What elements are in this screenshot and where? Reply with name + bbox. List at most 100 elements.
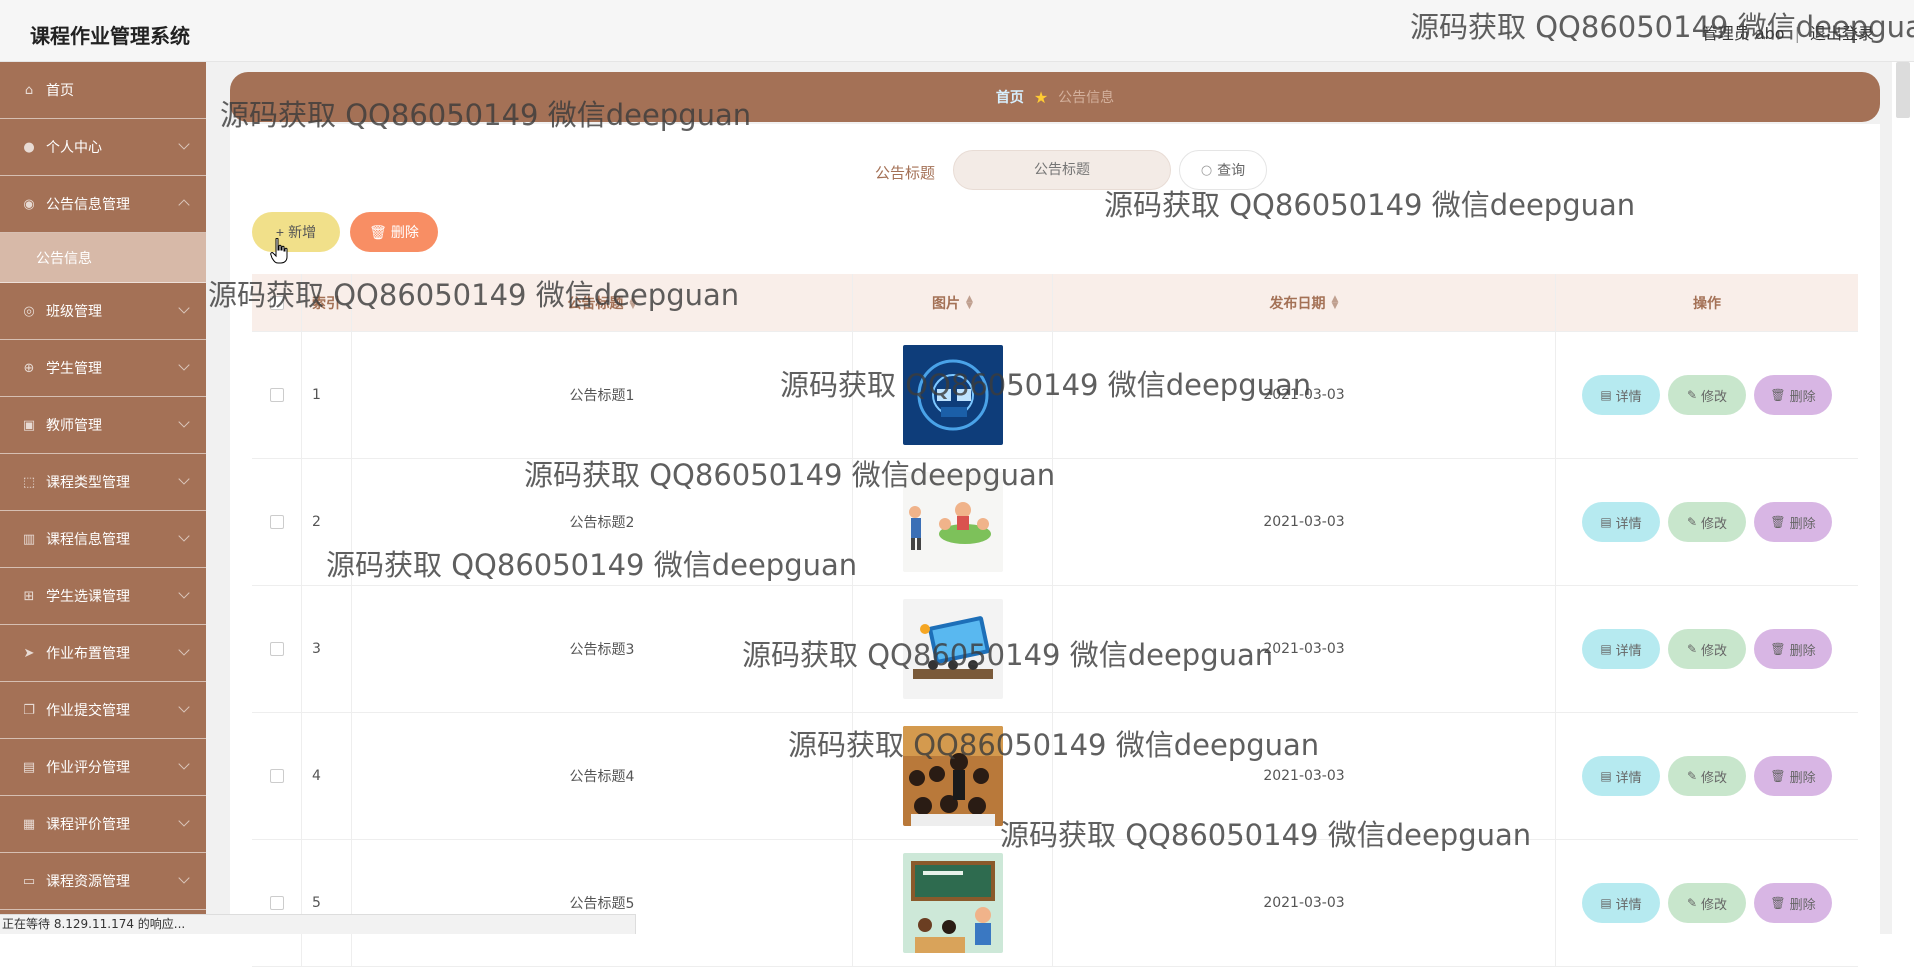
row-index: 1: [302, 332, 352, 458]
notice-image[interactable]: [902, 726, 1003, 826]
row-checkbox[interactable]: [269, 896, 284, 910]
sidebar-item-label: 课程资源管理: [46, 874, 130, 890]
edit-button[interactable]: ✎ 修改: [1668, 375, 1746, 415]
edit-label: 修改: [1701, 770, 1728, 786]
header-image[interactable]: 图片 ▲ ▼: [853, 274, 1053, 331]
edit-label: 修改: [1701, 389, 1728, 405]
scrollbar-thumb[interactable]: [1896, 62, 1910, 118]
detail-button[interactable]: ▤ 详情: [1582, 502, 1660, 542]
edit-button[interactable]: ✎ 修改: [1668, 756, 1746, 796]
row-checkbox[interactable]: [269, 515, 284, 529]
sidebar-item-student-management[interactable]: ⊕ 学生管理: [0, 340, 206, 397]
chevron-down-icon: [178, 701, 190, 713]
logout-link[interactable]: 退出登录: [1810, 24, 1874, 43]
delete-button[interactable]: 🗑 删除: [1754, 502, 1832, 542]
row-index: 2: [302, 459, 352, 585]
detail-button[interactable]: ▤ 详情: [1582, 756, 1660, 796]
delete-button[interactable]: 🗑 删除: [1754, 883, 1832, 923]
sidebar-item-teacher-management[interactable]: ▣ 教师管理: [0, 397, 206, 454]
row-ops: ▤ 详情 ✎ 修改 🗑 删除: [1556, 713, 1858, 839]
delete-button[interactable]: 🗑 删除: [1754, 375, 1832, 415]
sidebar-item-course-type-management[interactable]: ⬚ 课程类型管理: [0, 454, 206, 511]
frame-icon: ⬚: [22, 474, 36, 490]
sidebar-item-course-evaluation-management[interactable]: ▦ 课程评价管理: [0, 796, 206, 853]
notice-image[interactable]: [902, 853, 1003, 953]
trash-icon: 🗑: [1770, 642, 1786, 656]
copy-icon: ❐: [23, 702, 35, 718]
browser-status-bar: 正在等待 8.129.11.174 的响应...: [0, 914, 636, 934]
sidebar-item-label: 学生选课管理: [46, 589, 130, 605]
detail-button[interactable]: ▤ 详情: [1582, 375, 1660, 415]
sidebar-item-label: 班级管理: [46, 304, 102, 320]
sidebar-item-homework-grading-management[interactable]: ▤ 作业评分管理: [0, 739, 206, 796]
row-checkbox[interactable]: [269, 388, 284, 402]
sidebar-item-course-resource-management[interactable]: ▭ 课程资源管理: [0, 853, 206, 910]
batch-delete-button[interactable]: 🗑 删除: [350, 212, 438, 252]
sidebar-item-course-info-management[interactable]: ▥ 课程信息管理: [0, 511, 206, 568]
notice-image[interactable]: [902, 345, 1003, 445]
sidebar-item-label: 公告信息: [36, 250, 92, 267]
sidebar-item-label: 课程评价管理: [46, 817, 130, 833]
sort-icon[interactable]: ▲ ▼: [1332, 294, 1339, 310]
user-icon: ●: [23, 139, 35, 155]
edit-icon: ✎: [1686, 769, 1698, 783]
sort-icon[interactable]: ▲ ▼: [966, 294, 973, 310]
notice-image[interactable]: [902, 599, 1003, 699]
table-row: 1 公告标题1 2021-03-03 ▤ 详情 ✎ 修改 🗑 删除: [252, 332, 1858, 459]
row-check-cell: [252, 713, 302, 839]
detail-label: 详情: [1615, 770, 1642, 786]
query-button[interactable]: ○ 查询: [1179, 150, 1267, 190]
delete-button[interactable]: 🗑 删除: [1754, 756, 1832, 796]
header-title[interactable]: 公告标题 ▲ ▼: [352, 274, 853, 331]
chevron-down-icon: [178, 138, 190, 150]
notice-table: 索引 公告标题 ▲ ▼ 图片 ▲ ▼ 发布日期 ▲ ▼ 操作 1 公告标题1 2021-03…: [252, 274, 1858, 967]
row-image-cell: [853, 586, 1053, 712]
row-image-cell: [853, 713, 1053, 839]
sidebar-subitem-notice[interactable]: 公告信息: [0, 233, 206, 283]
select-all-checkbox[interactable]: [269, 295, 284, 310]
sidebar-item-notice-management[interactable]: ◉ 公告信息管理: [0, 176, 206, 233]
notice-image[interactable]: [902, 472, 1003, 572]
sidebar-item-label: 首页: [46, 83, 74, 99]
row-title: 公告标题2: [352, 459, 853, 585]
chevron-down-icon: [178, 872, 190, 884]
row-title: 公告标题4: [352, 713, 853, 839]
edit-button[interactable]: ✎ 修改: [1668, 883, 1746, 923]
row-checkbox[interactable]: [269, 769, 284, 783]
document-icon: ▤: [1600, 388, 1612, 402]
row-date: 2021-03-03: [1053, 332, 1556, 458]
row-checkbox[interactable]: [269, 642, 284, 656]
star-icon: ★: [1033, 87, 1049, 107]
top-bar: 课程作业管理系统 管理员 abo | 退出登录: [0, 0, 1914, 62]
sidebar-item-personal-center[interactable]: ● 个人中心: [0, 119, 206, 176]
sidebar-item-homework-submit-management[interactable]: ❐ 作业提交管理: [0, 682, 206, 739]
delete-button[interactable]: 🗑 删除: [1754, 629, 1832, 669]
sidebar-item-class-management[interactable]: ◎ 班级管理: [0, 283, 206, 340]
delete-label: 删除: [1789, 643, 1816, 659]
sidebar-item-label: 作业评分管理: [46, 760, 130, 776]
sidebar-item-course-selection-management[interactable]: ⊞ 学生选课管理: [0, 568, 206, 625]
vertical-scrollbar[interactable]: [1892, 62, 1914, 934]
sidebar-item-homework-assign-management[interactable]: ➤ 作业布置管理: [0, 625, 206, 682]
detail-button[interactable]: ▤ 详情: [1582, 883, 1660, 923]
sidebar-item-home[interactable]: ⌂ 首页: [0, 62, 206, 119]
chevron-down-icon: [178, 644, 190, 656]
sort-icon[interactable]: ▲ ▼: [630, 294, 637, 310]
edit-button[interactable]: ✎ 修改: [1668, 629, 1746, 669]
add-button[interactable]: + 新增: [252, 212, 340, 252]
table-header: 索引 公告标题 ▲ ▼ 图片 ▲ ▼ 发布日期 ▲ ▼ 操作: [252, 274, 1858, 332]
breadcrumb-home[interactable]: 首页: [996, 87, 1024, 107]
document-icon: ▤: [1600, 642, 1612, 656]
document-icon: ▤: [1600, 515, 1612, 529]
trash-icon: 🗑: [369, 223, 387, 240]
edit-icon: ✎: [1686, 388, 1698, 402]
search-input[interactable]: [953, 150, 1171, 190]
content-panel: 公告标题 ○ 查询 + 新增 🗑 删除 索引 公告标题 ▲▼ 图片 ▲▼ 发布日期 ▲…: [230, 124, 1880, 967]
row-ops: ▤ 详情 ✎ 修改 🗑 删除: [1556, 840, 1858, 966]
detail-button[interactable]: ▤ 详情: [1582, 629, 1660, 669]
header-date-label: 发布日期: [1269, 295, 1326, 312]
row-ops: ▤ 详情 ✎ 修改 🗑 删除: [1556, 586, 1858, 712]
edit-label: 修改: [1701, 643, 1728, 659]
edit-button[interactable]: ✎ 修改: [1668, 502, 1746, 542]
header-date[interactable]: 发布日期 ▲ ▼: [1053, 274, 1556, 331]
